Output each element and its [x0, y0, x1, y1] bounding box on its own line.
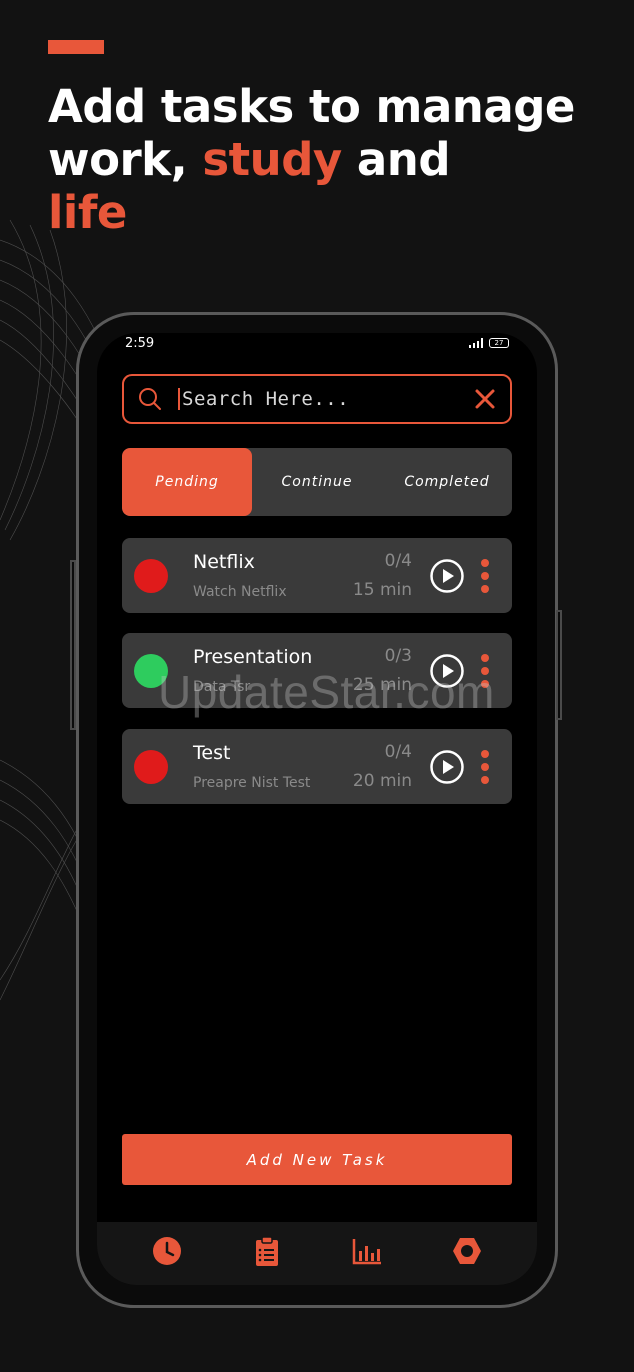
bottom-nav: [97, 1222, 537, 1285]
status-tabs: Pending Continue Completed: [122, 448, 512, 516]
accent-bar: [48, 40, 104, 54]
more-options-icon[interactable]: [478, 750, 492, 784]
battery-icon: 27: [489, 338, 509, 348]
status-icons: 27: [469, 338, 509, 348]
search-icon[interactable]: [138, 387, 162, 411]
status-bar: 2:59 27: [125, 333, 509, 353]
headline-word-and: and: [341, 133, 451, 186]
nav-item-timer[interactable]: [150, 1234, 184, 1268]
task-priority-dot: [134, 750, 168, 784]
task-title: Netflix: [193, 551, 255, 573]
nav-item-stats[interactable]: [350, 1234, 384, 1268]
task-duration: 15 min: [352, 580, 412, 600]
clipboard-icon: [256, 1235, 278, 1266]
task-progress-count: 0/4: [384, 551, 412, 571]
tab-completed[interactable]: Completed: [382, 448, 512, 516]
status-time: 2:59: [125, 335, 155, 351]
headline-word-study: study: [202, 133, 342, 186]
task-title: Test: [193, 742, 231, 764]
play-icon[interactable]: [429, 558, 465, 594]
tab-pending[interactable]: Pending: [122, 448, 252, 516]
task-card[interactable]: Netflix Watch Netflix 0/4 15 min: [122, 538, 512, 613]
more-options-icon[interactable]: [478, 559, 492, 593]
headline-word-work: work,: [48, 133, 203, 186]
phone-screen: 2:59 27 Search Here... Pending Continue …: [97, 333, 537, 1285]
tab-continue[interactable]: Continue: [252, 448, 382, 516]
task-subtitle: Preapre Nist Test: [193, 775, 311, 791]
watermark: UpdateStar.com: [158, 666, 495, 718]
hexagon-settings-icon: [453, 1237, 481, 1264]
bar-chart-icon: [352, 1238, 381, 1264]
headline: Add tasks to manage work, study and life: [48, 80, 608, 239]
search-bar[interactable]: Search Here...: [122, 374, 512, 424]
play-icon[interactable]: [429, 749, 465, 785]
headline-line-2: work, study and: [48, 133, 608, 186]
search-input[interactable]: Search Here...: [178, 388, 474, 410]
task-duration: 20 min: [352, 771, 412, 791]
add-new-task-button[interactable]: Add New Task: [122, 1134, 512, 1185]
headline-line-3: life: [48, 186, 127, 239]
task-card[interactable]: Test Preapre Nist Test 0/4 20 min: [122, 729, 512, 804]
headline-line-1: Add tasks to manage: [48, 80, 575, 133]
task-subtitle: Watch Netflix: [193, 584, 287, 600]
task-priority-dot: [134, 559, 168, 593]
nav-item-settings[interactable]: [450, 1234, 484, 1268]
signal-icon: [469, 338, 483, 348]
nav-item-tasks[interactable]: [250, 1234, 284, 1268]
close-icon[interactable]: [474, 388, 496, 410]
clock-icon: [153, 1236, 181, 1265]
phone-side-button-right: [556, 610, 562, 720]
task-progress-count: 0/4: [384, 742, 412, 762]
task-progress-count: 0/3: [384, 646, 412, 666]
phone-side-button-left: [70, 560, 76, 730]
